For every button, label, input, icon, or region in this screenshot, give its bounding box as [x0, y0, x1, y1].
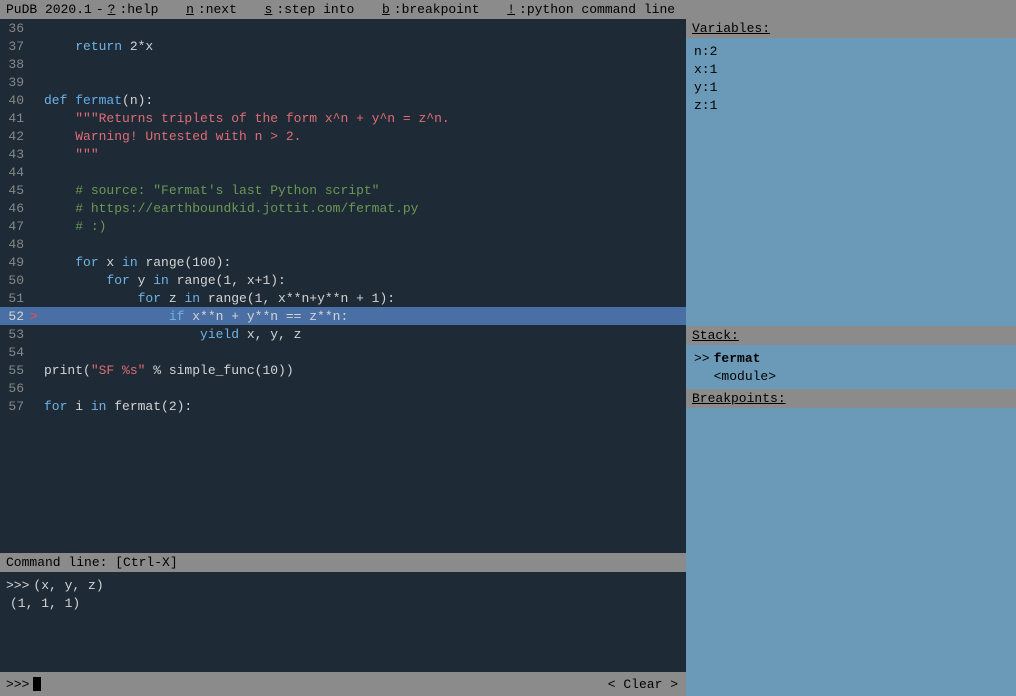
menu-next[interactable]: n:next: [186, 2, 241, 17]
code-line-38: 38: [0, 55, 686, 73]
code-line-49: 49 for x in range(100):: [0, 253, 686, 271]
code-line-52: 52 > if x**n + y**n == z**n:: [0, 307, 686, 325]
var-z: z: 1: [694, 96, 1008, 114]
code-line-42: 42 Warning! Untested with n > 2.: [0, 127, 686, 145]
code-area: 36 37 return 2*x 38: [0, 19, 686, 553]
repl-line-3: [6, 612, 680, 630]
stack-section: Stack: >> fermat <module>: [686, 326, 1016, 389]
code-panel: 36 37 return 2*x 38: [0, 19, 686, 696]
repl-area: >>> (x, y, z) (1, 1, 1): [0, 572, 686, 672]
code-line-50: 50 for y in range(1, x+1):: [0, 271, 686, 289]
app-title: PuDB 2020.1: [6, 2, 92, 17]
breakpoints-header: Breakpoints:: [686, 389, 1016, 408]
code-line-45: 45 # source: "Fermat's last Python scrip…: [0, 181, 686, 199]
code-line-57: 57 for i in fermat(2):: [0, 397, 686, 415]
code-line-40: 40 def fermat(n):: [0, 91, 686, 109]
breakpoints-content: [686, 408, 1016, 696]
code-line-46: 46 # https://earthboundkid.jottit.com/fe…: [0, 199, 686, 217]
stack-item-module: <module>: [694, 367, 1008, 385]
code-line-41: 41 """Returns triplets of the form x^n +…: [0, 109, 686, 127]
bottom-bar: >>> < Clear >: [0, 672, 686, 696]
clear-button[interactable]: < Clear >: [600, 675, 686, 694]
code-line-54: 54: [0, 343, 686, 361]
code-line-53: 53 yield x, y, z: [0, 325, 686, 343]
main-area: 36 37 return 2*x 38: [0, 19, 1016, 696]
clear-button-area[interactable]: < Clear >: [600, 675, 686, 694]
code-line-37: 37 return 2*x: [0, 37, 686, 55]
command-line-bar: Command line: [Ctrl-X]: [0, 553, 686, 572]
repl-cursor: [33, 677, 41, 691]
variables-section: Variables: n: 2 x: 1 y: 1 z: 1: [686, 19, 1016, 326]
code-lines: 36 37 return 2*x 38: [0, 19, 686, 415]
var-x: x: 1: [694, 60, 1008, 78]
stack-item-fermat: >> fermat: [694, 349, 1008, 367]
repl-bottom-prompt: >>>: [6, 677, 29, 692]
variables-header: Variables:: [686, 19, 1016, 38]
menu-bar: PuDB 2020.1 - ?:help n:next s:step into …: [0, 0, 1016, 19]
repl-line-4: [6, 630, 680, 648]
repl-line-2: (1, 1, 1): [6, 594, 680, 612]
var-n: n: 2: [694, 42, 1008, 60]
var-y: y: 1: [694, 78, 1008, 96]
menu-help[interactable]: ?:help: [108, 2, 163, 17]
code-line-56: 56: [0, 379, 686, 397]
stack-header: Stack:: [686, 326, 1016, 345]
code-line-44: 44: [0, 163, 686, 181]
code-line-48: 48: [0, 235, 686, 253]
menu-step[interactable]: s:step into: [265, 2, 359, 17]
code-line-39: 39: [0, 73, 686, 91]
repl-input-row[interactable]: >>>: [0, 677, 600, 692]
code-line-51: 51 for z in range(1, x**n+y**n + 1):: [0, 289, 686, 307]
code-line-36: 36: [0, 19, 686, 37]
code-line-55: 55 print("SF %s" % simple_func(10)): [0, 361, 686, 379]
menu-separator: -: [96, 2, 104, 17]
right-panel: Variables: n: 2 x: 1 y: 1 z: 1: [686, 19, 1016, 696]
code-line-47: 47 # :): [0, 217, 686, 235]
variables-content: n: 2 x: 1 y: 1 z: 1: [686, 38, 1016, 326]
stack-content: >> fermat <module>: [686, 345, 1016, 389]
code-line-43: 43 """: [0, 145, 686, 163]
repl-line-1: >>> (x, y, z): [6, 576, 680, 594]
menu-python[interactable]: !:python command line: [507, 2, 679, 17]
breakpoints-section: Breakpoints:: [686, 389, 1016, 696]
menu-breakpoint[interactable]: b:breakpoint: [382, 2, 484, 17]
